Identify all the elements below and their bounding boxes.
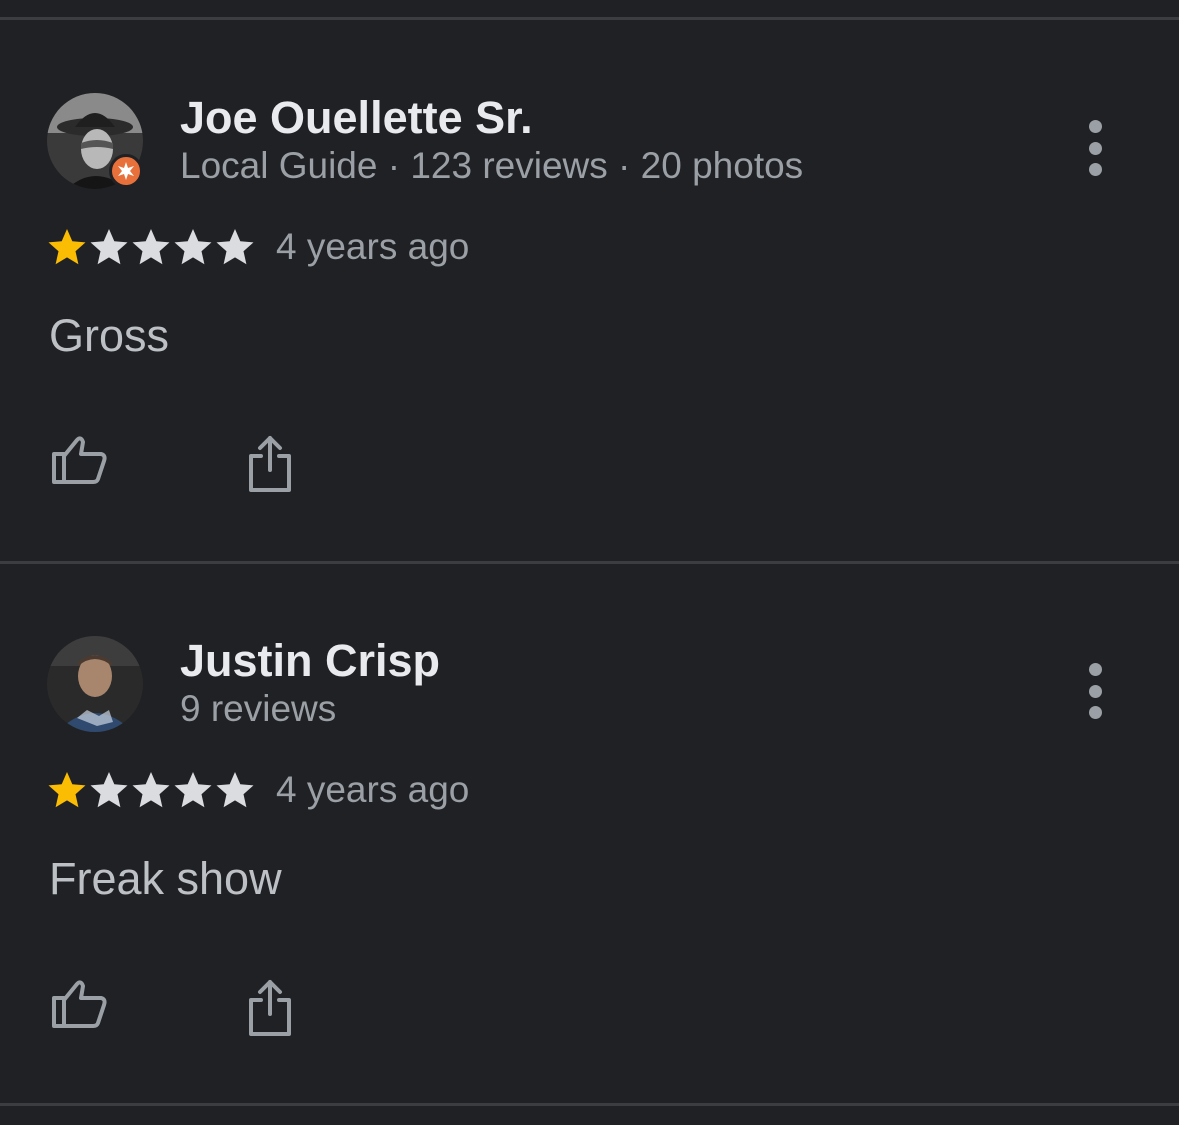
divider xyxy=(0,1103,1179,1106)
star-empty-icon xyxy=(174,772,212,808)
share-icon[interactable] xyxy=(238,976,302,1040)
star-empty-icon xyxy=(90,772,128,808)
star-empty-icon xyxy=(216,772,254,808)
star-filled-icon xyxy=(48,772,86,808)
avatar[interactable] xyxy=(47,636,143,732)
review-time: 4 years ago xyxy=(276,769,470,810)
more-options-icon[interactable] xyxy=(1080,663,1110,719)
reviewer-name[interactable]: Justin Crisp xyxy=(180,635,440,687)
avatar-image xyxy=(47,636,143,732)
star-rating xyxy=(47,770,255,810)
reviews-page: Joe Ouellette Sr. Local Guide · 123 revi… xyxy=(0,0,1179,1125)
star-empty-icon xyxy=(132,772,170,808)
reviewer-meta: 9 reviews xyxy=(180,688,337,729)
review-text: Freak show xyxy=(49,853,282,904)
review-card: Justin Crisp 9 reviews 4 years ago Freak… xyxy=(0,0,1179,1100)
thumbs-up-icon[interactable] xyxy=(47,972,111,1036)
